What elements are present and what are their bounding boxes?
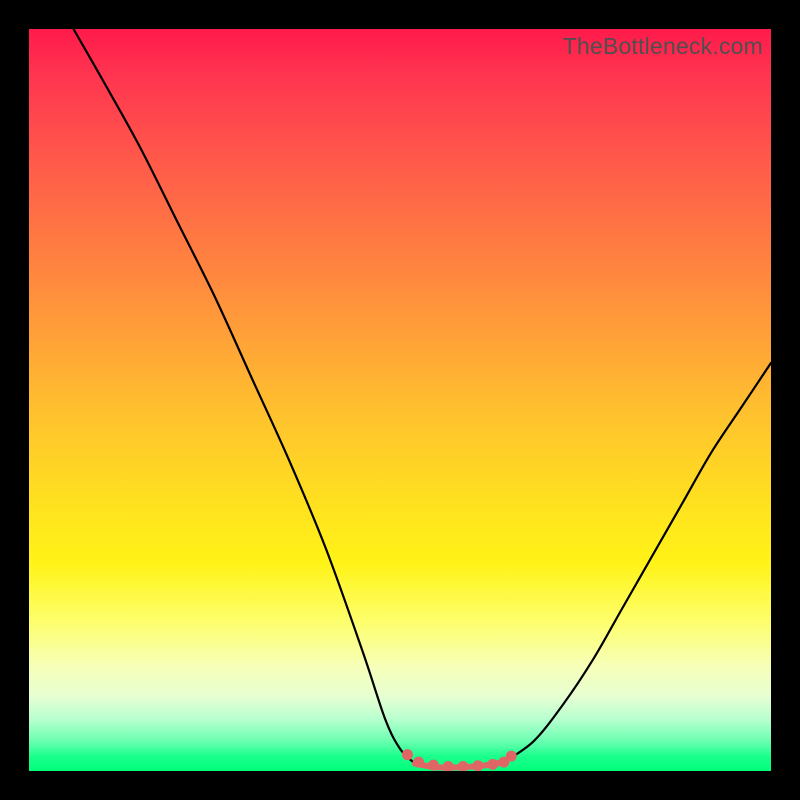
bottom-dot	[506, 751, 517, 762]
bottom-dot	[428, 760, 439, 771]
chart-curves	[29, 29, 771, 771]
chart-frame: TheBottleneck.com	[0, 0, 800, 800]
curve-right-branch	[504, 363, 771, 762]
bottom-dot	[413, 757, 424, 768]
bottom-dot	[402, 749, 413, 760]
bottom-dot	[458, 761, 469, 771]
bottom-dot	[487, 759, 498, 770]
curve-left-branch	[74, 29, 415, 764]
plot-area: TheBottleneck.com	[29, 29, 771, 771]
bottom-dot	[443, 761, 454, 771]
bottom-dot	[472, 760, 483, 771]
